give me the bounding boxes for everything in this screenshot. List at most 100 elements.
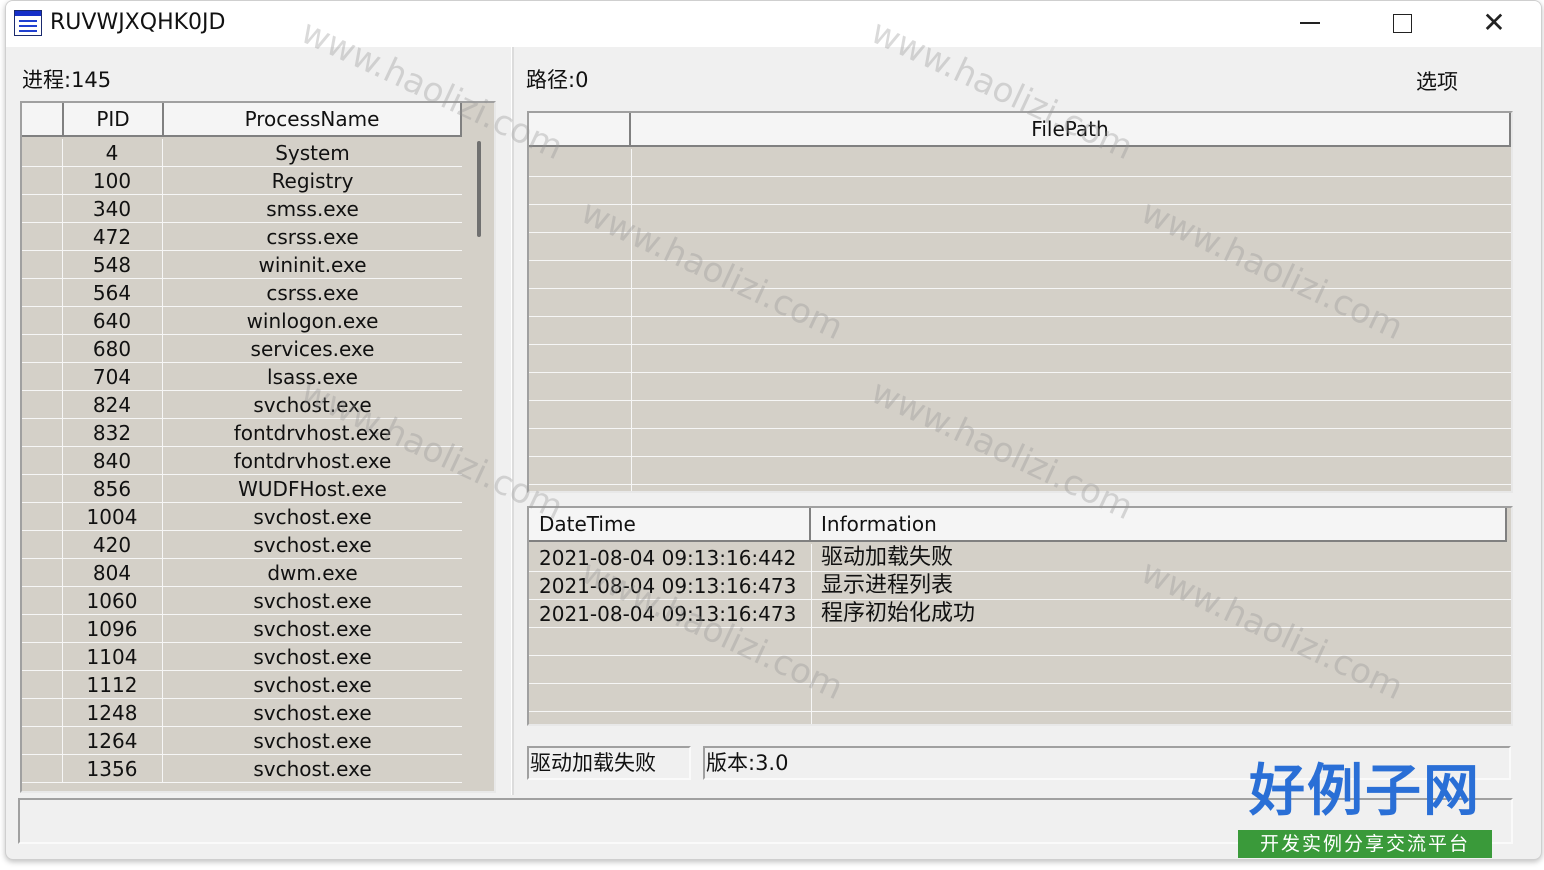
- row-indicator-cell: [22, 671, 63, 698]
- row-indicator-cell: [22, 335, 63, 362]
- table-row[interactable]: 840 fontdrvhost.exe: [22, 447, 462, 475]
- pid-cell: 1104: [62, 643, 163, 670]
- table-row[interactable]: 340 smss.exe: [22, 195, 462, 223]
- row-indicator-cell: [22, 307, 63, 334]
- process-name-cell: csrss.exe: [266, 225, 359, 249]
- close-button[interactable]: ✕: [1448, 1, 1540, 45]
- pid-cell: 1096: [62, 615, 163, 642]
- pid-cell: 1004: [62, 503, 163, 530]
- pid-cell: 472: [62, 223, 163, 250]
- process-name-cell: svchost.exe: [253, 757, 372, 781]
- row-indicator-cell: [22, 475, 63, 502]
- table-row[interactable]: 1264 svchost.exe: [22, 727, 462, 755]
- app-icon: [14, 10, 42, 36]
- minimize-icon: [1300, 22, 1320, 24]
- table-row[interactable]: 100 Registry: [22, 167, 462, 195]
- process-name-cell: System: [275, 141, 350, 165]
- close-icon: ✕: [1482, 6, 1506, 39]
- row-indicator-cell: [22, 195, 63, 222]
- table-row[interactable]: 704 lsass.exe: [22, 363, 462, 391]
- table-row[interactable]: 640 winlogon.exe: [22, 307, 462, 335]
- table-row[interactable]: 548 wininit.exe: [22, 251, 462, 279]
- title-bar: RUVWJXQHK0JD ✕: [6, 1, 1541, 47]
- minimize-button[interactable]: [1264, 1, 1356, 45]
- app-window: RUVWJXQHK0JD ✕ 进程:145 PID ProcessName 4 S…: [5, 0, 1542, 860]
- scrollbar-thumb[interactable]: [477, 141, 481, 237]
- table-row[interactable]: 1096 svchost.exe: [22, 615, 462, 643]
- row-indicator-cell: [22, 559, 63, 586]
- pid-cell: 1248: [62, 699, 163, 726]
- pid-cell: 340: [62, 195, 163, 222]
- process-name-cell: svchost.exe: [253, 729, 372, 753]
- row-indicator-cell: [22, 223, 63, 250]
- pid-cell: 1356: [62, 755, 163, 782]
- process-name-cell: svchost.exe: [253, 505, 372, 529]
- table-row[interactable]: 1112 svchost.exe: [22, 671, 462, 699]
- table-row[interactable]: 832 fontdrvhost.exe: [22, 419, 462, 447]
- pid-cell: 804: [62, 559, 163, 586]
- table-row[interactable]: 1004 svchost.exe: [22, 503, 462, 531]
- column-header-processname[interactable]: ProcessName: [164, 103, 462, 137]
- filepath-grid: [529, 149, 1511, 491]
- log-row[interactable]: 2021-08-04 09:13:16:473 程序初始化成功: [529, 600, 1511, 628]
- pid-cell: 548: [62, 251, 163, 278]
- table-row[interactable]: 1060 svchost.exe: [22, 587, 462, 615]
- column-header-datetime[interactable]: DateTime: [529, 508, 811, 542]
- column-header-pid[interactable]: PID: [64, 103, 164, 137]
- table-row[interactable]: 1356 svchost.exe: [22, 755, 462, 783]
- table-row[interactable]: 1104 svchost.exe: [22, 643, 462, 671]
- table-row[interactable]: 1248 svchost.exe: [22, 699, 462, 727]
- table-row[interactable]: 472 csrss.exe: [22, 223, 462, 251]
- window-title: RUVWJXQHK0JD: [50, 10, 226, 35]
- row-indicator-cell: [22, 615, 63, 642]
- log-info: 程序初始化成功: [821, 601, 976, 626]
- row-indicator-cell: [22, 643, 63, 670]
- path-count-label: 路径:0: [526, 68, 589, 92]
- maximize-button[interactable]: [1356, 1, 1448, 45]
- filepath-list[interactable]: FilePath: [527, 111, 1513, 493]
- table-row[interactable]: 420 svchost.exe: [22, 531, 462, 559]
- table-row[interactable]: 4 System: [22, 139, 462, 167]
- table-row[interactable]: 804 dwm.exe: [22, 559, 462, 587]
- process-name-cell: svchost.exe: [253, 617, 372, 641]
- process-name-cell: svchost.exe: [253, 645, 372, 669]
- column-header-information[interactable]: Information: [811, 508, 1507, 542]
- pid-cell: 824: [62, 391, 163, 418]
- table-row[interactable]: 680 services.exe: [22, 335, 462, 363]
- row-indicator-cell: [22, 503, 63, 530]
- process-name-cell: Registry: [271, 169, 354, 193]
- process-name-cell: wininit.exe: [258, 253, 367, 277]
- pid-cell: 640: [62, 307, 163, 334]
- process-list[interactable]: PID ProcessName 4 System 100 Registry 340 sms…: [20, 101, 496, 793]
- maximize-icon: [1392, 13, 1412, 33]
- column-header-blank[interactable]: [22, 103, 64, 137]
- process-name-cell: csrss.exe: [266, 281, 359, 305]
- process-name-cell: fontdrvhost.exe: [233, 449, 392, 473]
- process-list-scrollbar[interactable]: [464, 139, 494, 791]
- table-row[interactable]: 564 csrss.exe: [22, 279, 462, 307]
- process-count-label: 进程:145: [22, 68, 112, 92]
- row-indicator-cell: [22, 419, 63, 446]
- pane-splitter[interactable]: [511, 47, 514, 795]
- log-row[interactable]: 2021-08-04 09:13:16:442 驱动加载失败: [529, 544, 1511, 572]
- log-info: 驱动加载失败: [821, 545, 954, 570]
- log-list[interactable]: DateTime Information 2021-08-04 09:13:16…: [527, 506, 1513, 726]
- table-row[interactable]: 856 WUDFHost.exe: [22, 475, 462, 503]
- filepath-header-blank[interactable]: [529, 113, 631, 147]
- log-time: 2021-08-04 09:13:16:473: [539, 602, 797, 626]
- column-header-filepath[interactable]: FilePath: [631, 113, 1511, 147]
- row-indicator-cell: [22, 251, 63, 278]
- table-row[interactable]: 824 svchost.exe: [22, 391, 462, 419]
- pid-cell: 1264: [62, 727, 163, 754]
- process-name-cell: svchost.exe: [253, 673, 372, 697]
- row-indicator-cell: [22, 447, 63, 474]
- row-indicator-cell: [22, 727, 63, 754]
- pid-cell: 1060: [62, 587, 163, 614]
- pid-cell: 100: [62, 167, 163, 194]
- pid-cell: 1112: [62, 671, 163, 698]
- pid-cell: 420: [62, 531, 163, 558]
- process-name-cell: fontdrvhost.exe: [233, 421, 392, 445]
- options-menu[interactable]: 选项: [1416, 69, 1458, 95]
- log-row[interactable]: 2021-08-04 09:13:16:473 显示进程列表: [529, 572, 1511, 600]
- row-indicator-cell: [22, 587, 63, 614]
